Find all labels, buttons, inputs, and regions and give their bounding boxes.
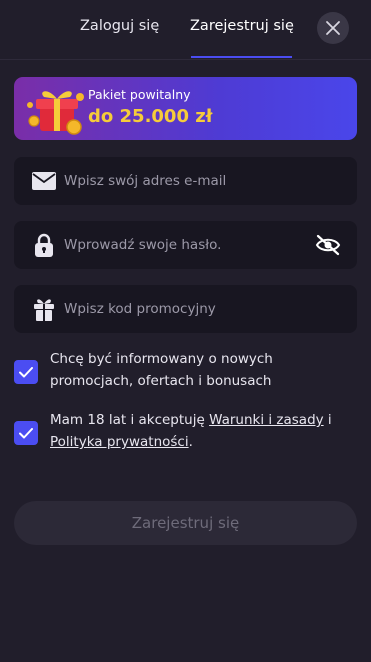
terms-consent-label: Mam 18 lat i akceptuję Warunki i zasady … [50, 409, 350, 453]
eye-off-icon [315, 234, 341, 256]
terms-consent-checkbox[interactable] [14, 421, 38, 445]
auth-tabs-header: Zaloguj się Zarejestruj się [0, 0, 371, 60]
email-field[interactable] [14, 157, 357, 205]
terms-suffix: . [188, 434, 193, 450]
marketing-consent-checkbox[interactable] [14, 360, 38, 384]
marketing-consent-label: Chcę być informowany o nowych promocjach… [50, 351, 273, 389]
toggle-password-visibility-button[interactable] [314, 232, 342, 258]
close-button[interactable] [317, 12, 349, 44]
checkmark-icon [19, 427, 33, 438]
password-field[interactable] [14, 221, 357, 269]
promo-amount: do 25.000 zł [88, 106, 213, 127]
privacy-policy-link[interactable]: Polityka prywatności [50, 434, 189, 450]
terms-link[interactable]: Warunki i zasady [209, 412, 324, 428]
lock-icon [31, 233, 57, 257]
password-input[interactable] [64, 221, 314, 269]
terms-prefix: Mam 18 lat i akceptuję [50, 412, 210, 428]
active-tab-indicator [191, 56, 292, 58]
promo-label: Pakiet powitalny [88, 87, 191, 102]
tab-login[interactable]: Zaloguj się [80, 18, 159, 34]
close-icon [326, 21, 340, 35]
checkmark-icon [19, 366, 33, 377]
gift-box-icon [27, 91, 84, 135]
promo-code-input[interactable] [64, 285, 314, 333]
welcome-package-banner[interactable]: Pakiet powitalny do 25.000 zł [14, 77, 357, 140]
promo-code-field[interactable] [14, 285, 357, 333]
gift-icon [31, 297, 57, 321]
terms-middle: i [323, 412, 332, 428]
tab-register[interactable]: Zarejestruj się [190, 18, 294, 34]
register-submit-button[interactable]: Zarejestruj się [14, 501, 357, 545]
email-input[interactable] [64, 157, 314, 205]
envelope-icon [31, 169, 57, 193]
